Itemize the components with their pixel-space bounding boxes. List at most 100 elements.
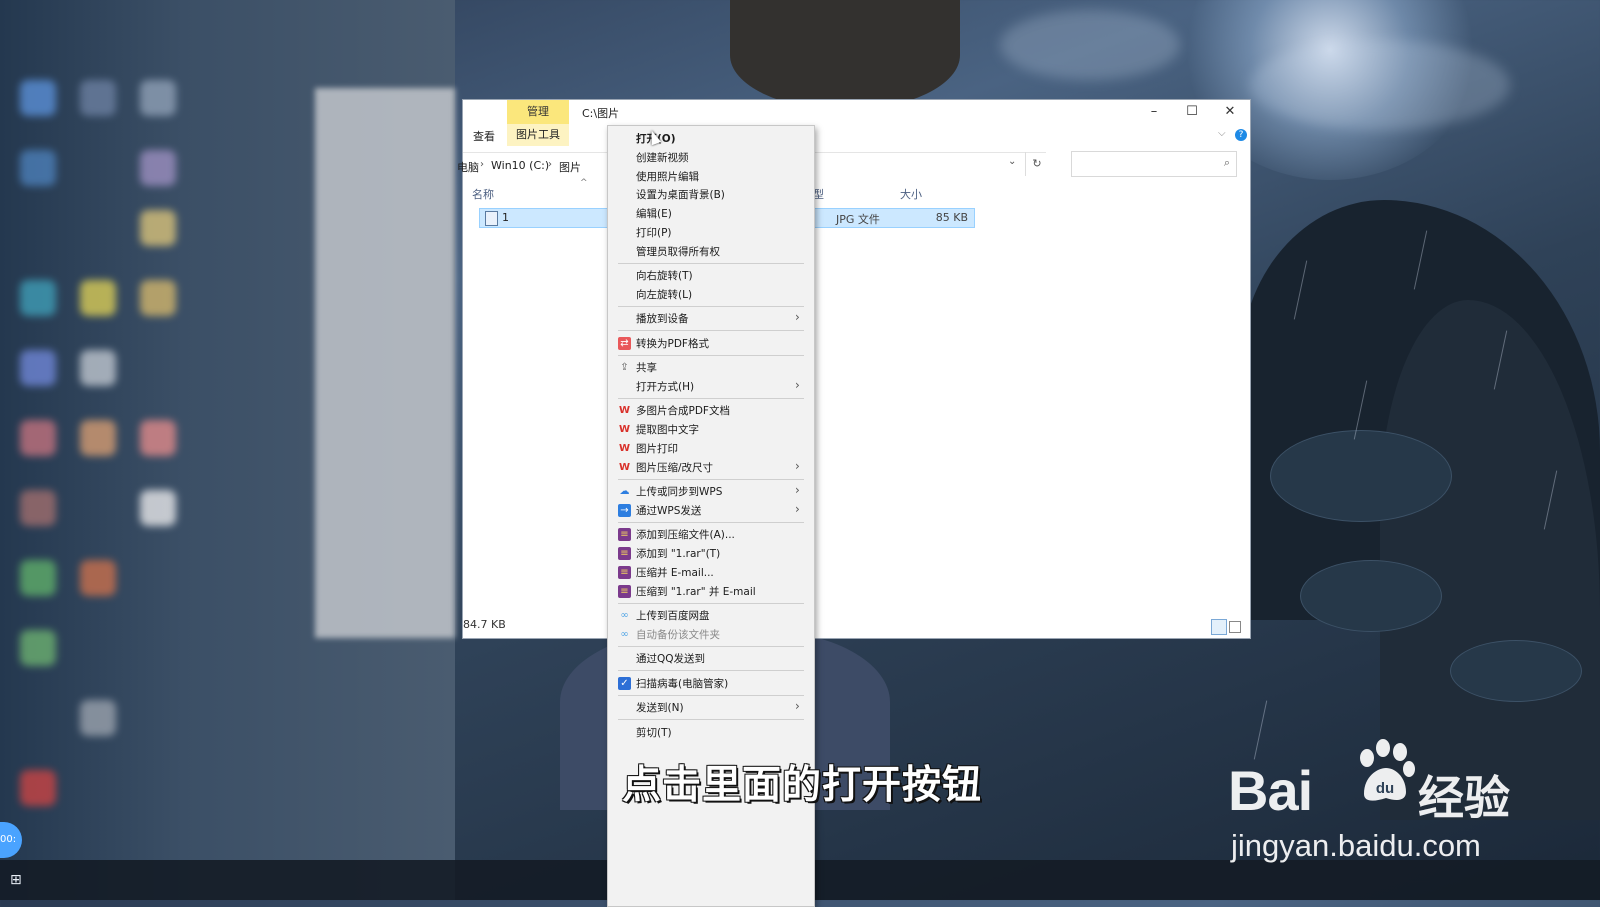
context-menu-item[interactable]: ✓ 扫描病毒(电脑管家) (608, 674, 814, 693)
context-menu-item-label: 通过QQ发送到 (636, 653, 706, 666)
large-icons-view-icon[interactable] (1229, 621, 1241, 633)
file-name: 1 (502, 211, 509, 224)
menu-separator (618, 694, 804, 696)
context-menu-item-label: 上传到百度网盘 (636, 610, 710, 623)
context-menu-item[interactable]: 剪切(T) (608, 723, 814, 742)
context-menu-item[interactable]: ≡ 压缩并 E-mail... (608, 563, 814, 582)
help-icon[interactable]: ? (1235, 129, 1247, 141)
search-input[interactable]: ⌕ (1071, 151, 1237, 177)
breadcrumb-folder[interactable]: 图片 (559, 159, 581, 175)
breadcrumb-separator-icon[interactable]: › (480, 159, 484, 170)
wps-icon: W (618, 405, 631, 417)
baidu-logo-text: Bai (1228, 759, 1313, 822)
context-menu-item[interactable]: 向右旋转(T) (608, 266, 814, 285)
context-menu-item[interactable]: 设置为桌面背景(B) (608, 185, 814, 204)
context-menu-item[interactable]: 播放到设备 › (608, 309, 814, 328)
shield-icon: ✓ (618, 676, 631, 690)
context-menu-item[interactable]: ≡ 压缩到 "1.rar" 并 E-mail (608, 582, 814, 601)
desktop-app-icon[interactable] (140, 420, 176, 456)
context-menu-item[interactable]: 打开(O) (608, 129, 814, 148)
context-menu-item[interactable]: W 多图片合成PDF文档 (608, 401, 814, 420)
winrar-icon: ≡ (618, 584, 631, 598)
desktop-app-icon[interactable] (20, 560, 56, 596)
desktop-app-icon[interactable] (20, 420, 56, 456)
context-menu-item[interactable]: 打开方式(H) › (608, 377, 814, 396)
ribbon-tab-picture-tools[interactable]: 图片工具 (507, 124, 569, 146)
context-menu-item[interactable]: ≡ 添加到 "1.rar"(T) (608, 544, 814, 563)
desktop-app-icon[interactable] (140, 210, 176, 246)
desktop-app-icon[interactable] (80, 700, 116, 736)
desktop-app-icon[interactable] (20, 280, 56, 316)
context-menu-item[interactable]: 发送到(N) › (608, 698, 814, 717)
menu-separator (618, 330, 804, 332)
address-history-chevron-icon[interactable]: ⌄ (1008, 156, 1016, 167)
submenu-arrow-icon: › (795, 378, 800, 392)
context-menu-item[interactable]: 编辑(E) (608, 204, 814, 223)
breadcrumb-this-pc[interactable]: 电脑 (457, 159, 479, 175)
submenu-arrow-icon: › (795, 310, 800, 325)
lotus-leaf (1300, 560, 1442, 632)
submenu-arrow-icon: › (795, 699, 800, 714)
desktop-app-icon[interactable] (20, 490, 56, 526)
desktop-app-icon[interactable] (80, 560, 116, 596)
desktop-app-icon[interactable] (140, 490, 176, 526)
context-menu-item-label: 自动备份该文件夹 (636, 629, 720, 641)
desktop-app-icon[interactable] (20, 630, 56, 666)
context-menu-item-label: 剪切(T) (636, 726, 672, 739)
close-button[interactable]: ✕ (1211, 100, 1249, 124)
context-menu-item-label: 创建新视频 (636, 151, 689, 164)
desktop-app-icon[interactable] (20, 80, 56, 116)
context-menu-item[interactable]: ☁ 上传或同步到WPS › (608, 482, 814, 501)
desktop-app-icon[interactable] (80, 280, 116, 316)
details-view-icon[interactable] (1211, 619, 1227, 635)
context-menu-item[interactable]: ⇄ 转换为PDF格式 (608, 334, 814, 353)
refresh-icon[interactable]: ↻ (1025, 152, 1048, 176)
desktop-app-icon[interactable] (140, 80, 176, 116)
context-menu-item[interactable]: 通过QQ发送到 (608, 649, 814, 668)
desktop-app-icon[interactable] (140, 280, 176, 316)
desktop-app-icon[interactable] (80, 350, 116, 386)
context-menu-item[interactable]: 打印(P) (608, 223, 814, 242)
ribbon-tab-manage[interactable]: 管理 (507, 100, 569, 124)
context-menu-item[interactable]: 创建新视频 (608, 148, 814, 167)
maximize-button[interactable]: ☐ (1173, 100, 1211, 124)
context-menu-item-label: 管理员取得所有权 (636, 245, 720, 258)
desktop-app-icon[interactable] (140, 150, 176, 186)
context-menu-item[interactable]: 管理员取得所有权 (608, 242, 814, 261)
menu-separator (618, 602, 804, 604)
column-header-size[interactable]: 大小 (900, 186, 922, 202)
context-menu-item[interactable]: ⇪ 共享 (608, 358, 814, 377)
desktop-app-icon[interactable] (20, 770, 56, 806)
context-menu-item-label: 共享 (636, 362, 657, 375)
minimize-button[interactable]: – (1135, 100, 1173, 124)
context-menu-item[interactable]: ∞ 上传到百度网盘 (608, 606, 814, 625)
ribbon-expand-chevron-icon[interactable]: ⌵ (1218, 128, 1226, 139)
blurred-desktop-area (0, 0, 455, 900)
watermark-url: jingyan.baidu.com (1231, 828, 1481, 863)
breadcrumb-separator-icon[interactable]: › (548, 159, 552, 170)
context-menu-item-label: 压缩并 E-mail... (636, 567, 714, 579)
breadcrumb-drive[interactable]: Win10 (C:) (491, 159, 549, 172)
ribbon-tab-view[interactable]: 查看 (473, 128, 495, 144)
context-menu-item[interactable]: → 通过WPS发送 › (608, 501, 814, 520)
context-menu-item[interactable]: ∞ 自动备份该文件夹 (608, 625, 814, 644)
baidu-logo-suffix: 经验 (1418, 771, 1510, 825)
context-menu-item[interactable]: ≡ 添加到压缩文件(A)... (608, 525, 814, 544)
context-menu-item[interactable]: 使用照片编辑 (608, 167, 814, 186)
context-menu-item[interactable]: 向左旋转(L) (608, 285, 814, 304)
desktop-app-icon[interactable] (80, 420, 116, 456)
context-menu-item-label: 添加到压缩文件(A)... (636, 529, 735, 542)
desktop-app-icon[interactable] (20, 350, 56, 386)
context-menu-item[interactable]: W 图片打印 (608, 439, 814, 458)
column-header-name[interactable]: 名称 (472, 186, 494, 202)
context-menu-item[interactable]: W 图片压缩/改尺寸 › (608, 458, 814, 477)
character-hair (730, 0, 960, 110)
wps-send-icon: → (618, 504, 631, 517)
context-menu-item-label: 转换为PDF格式 (636, 337, 709, 350)
desktop-app-icon[interactable] (20, 150, 56, 186)
context-menu-item[interactable]: W 提取图中文字 (608, 420, 814, 439)
windows-start-icon[interactable]: ⊞ (10, 872, 26, 888)
context-menu-item-label: 扫描病毒(电脑管家) (636, 677, 729, 690)
wps-icon: W (618, 461, 631, 473)
desktop-app-icon[interactable] (80, 80, 116, 116)
